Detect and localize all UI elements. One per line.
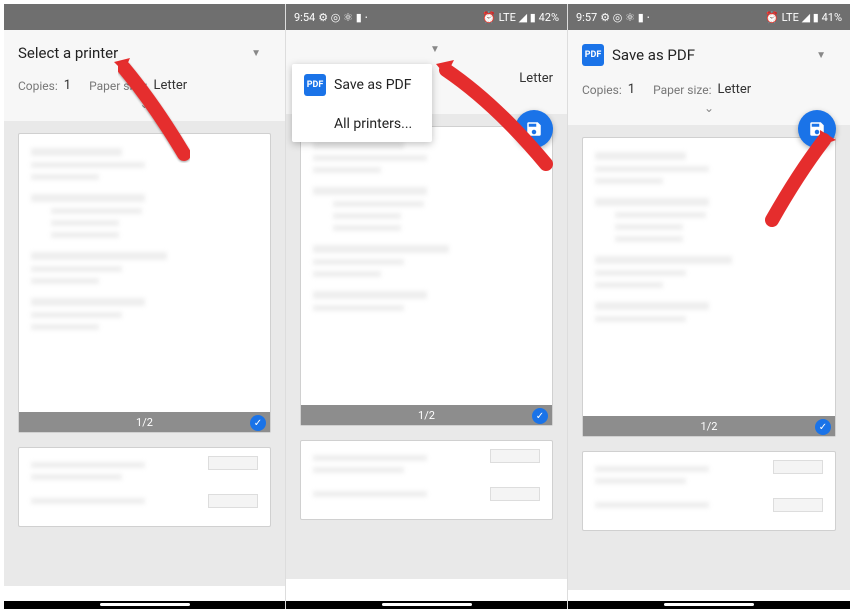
preview-page-1[interactable]: 1/2✓ <box>582 137 836 437</box>
dropdown-item-all-printers[interactable]: All printers... <box>292 106 432 142</box>
paper-size-option[interactable]: Paper size: Letter <box>653 82 751 97</box>
pdf-icon: PDF <box>304 74 326 96</box>
preview-page-1[interactable]: 1/2✓ <box>300 126 553 426</box>
expand-options-icon[interactable]: ⌄ <box>582 101 836 119</box>
page-button[interactable] <box>208 494 258 508</box>
preview-page-1[interactable]: 1/2✓ <box>18 133 271 433</box>
pdf-icon: PDF <box>582 44 604 66</box>
print-preview-area[interactable]: 1/2✓ <box>286 114 567 579</box>
save-pdf-fab[interactable] <box>798 110 836 148</box>
preview-page-2[interactable] <box>300 440 553 520</box>
page-indicator: 1/2✓ <box>19 412 270 432</box>
page-button[interactable] <box>490 449 540 463</box>
preview-page-2[interactable] <box>582 451 836 531</box>
printer-label: Select a printer <box>18 44 118 62</box>
status-bar: 9:57⚙ ◎ ⚛ ▮ ⋅ ⏰ LTE ◢ ▮ 41% <box>568 4 850 30</box>
page-indicator: 1/2✓ <box>301 405 552 425</box>
print-preview-area[interactable]: 1/2✓ <box>4 121 285 586</box>
phone-screen-2: 9:54⚙ ◎ ⚛ ▮ ⋅ ⏰ LTE ◢ ▮ 42% ▼ PDF Save a… <box>286 4 568 609</box>
copies-option[interactable]: Copies: 1 <box>582 82 635 97</box>
save-icon <box>808 120 826 138</box>
save-icon <box>525 120 543 138</box>
printer-dropdown-menu: PDF Save as PDF All printers... <box>292 64 432 142</box>
print-options: Copies: 1 Paper size: Letter <box>582 82 836 97</box>
expand-options-icon[interactable]: ⌄ <box>18 97 271 115</box>
page-button[interactable] <box>773 498 823 512</box>
print-options: Copies: 1 Paper size: Letter <box>18 78 271 93</box>
page-button[interactable] <box>773 460 823 474</box>
dropdown-item-save-as-pdf[interactable]: PDF Save as PDF <box>292 64 432 106</box>
paper-size-option[interactable]: Letter <box>519 71 553 86</box>
preview-page-2[interactable] <box>18 447 271 527</box>
navigation-bar <box>286 601 567 609</box>
phone-screen-1: Select a printer ▼ Copies: 1 Paper size:… <box>4 4 286 609</box>
print-header: Select a printer ▼ Copies: 1 Paper size:… <box>4 30 285 121</box>
save-pdf-fab[interactable] <box>515 110 553 148</box>
copies-option[interactable]: Copies: 1 <box>18 78 71 93</box>
page-button[interactable] <box>490 487 540 501</box>
page-selected-check-icon[interactable]: ✓ <box>250 415 266 431</box>
chevron-down-icon: ▼ <box>816 50 826 61</box>
chevron-down-icon: ▼ <box>430 44 440 55</box>
navigation-bar <box>568 601 850 609</box>
printer-select-dropdown[interactable]: Select a printer ▼ <box>18 40 271 66</box>
page-selected-check-icon[interactable]: ✓ <box>532 408 548 424</box>
page-indicator: 1/2✓ <box>583 416 835 436</box>
printer-select-dropdown[interactable]: PDF Save as PDF ▼ <box>582 40 836 70</box>
print-header: PDF Save as PDF ▼ Copies: 1 Paper size: … <box>568 30 850 125</box>
phone-screen-3: 9:57⚙ ◎ ⚛ ▮ ⋅ ⏰ LTE ◢ ▮ 41% PDF Save as … <box>568 4 850 609</box>
navigation-bar <box>4 601 285 609</box>
print-preview-area[interactable]: 1/2✓ <box>568 125 850 590</box>
print-header: ▼ PDF Save as PDF All printers... Letter… <box>286 30 567 114</box>
chevron-down-icon: ▼ <box>251 48 261 59</box>
status-bar <box>4 4 285 30</box>
page-selected-check-icon[interactable]: ✓ <box>815 419 831 435</box>
status-bar: 9:54⚙ ◎ ⚛ ▮ ⋅ ⏰ LTE ◢ ▮ 42% <box>286 4 567 30</box>
printer-select-dropdown[interactable]: ▼ <box>300 40 553 59</box>
tutorial-triptych: Select a printer ▼ Copies: 1 Paper size:… <box>0 0 854 613</box>
page-button[interactable] <box>208 456 258 470</box>
paper-size-option[interactable]: Paper size: Letter <box>89 78 187 93</box>
printer-label: Save as PDF <box>612 46 695 64</box>
